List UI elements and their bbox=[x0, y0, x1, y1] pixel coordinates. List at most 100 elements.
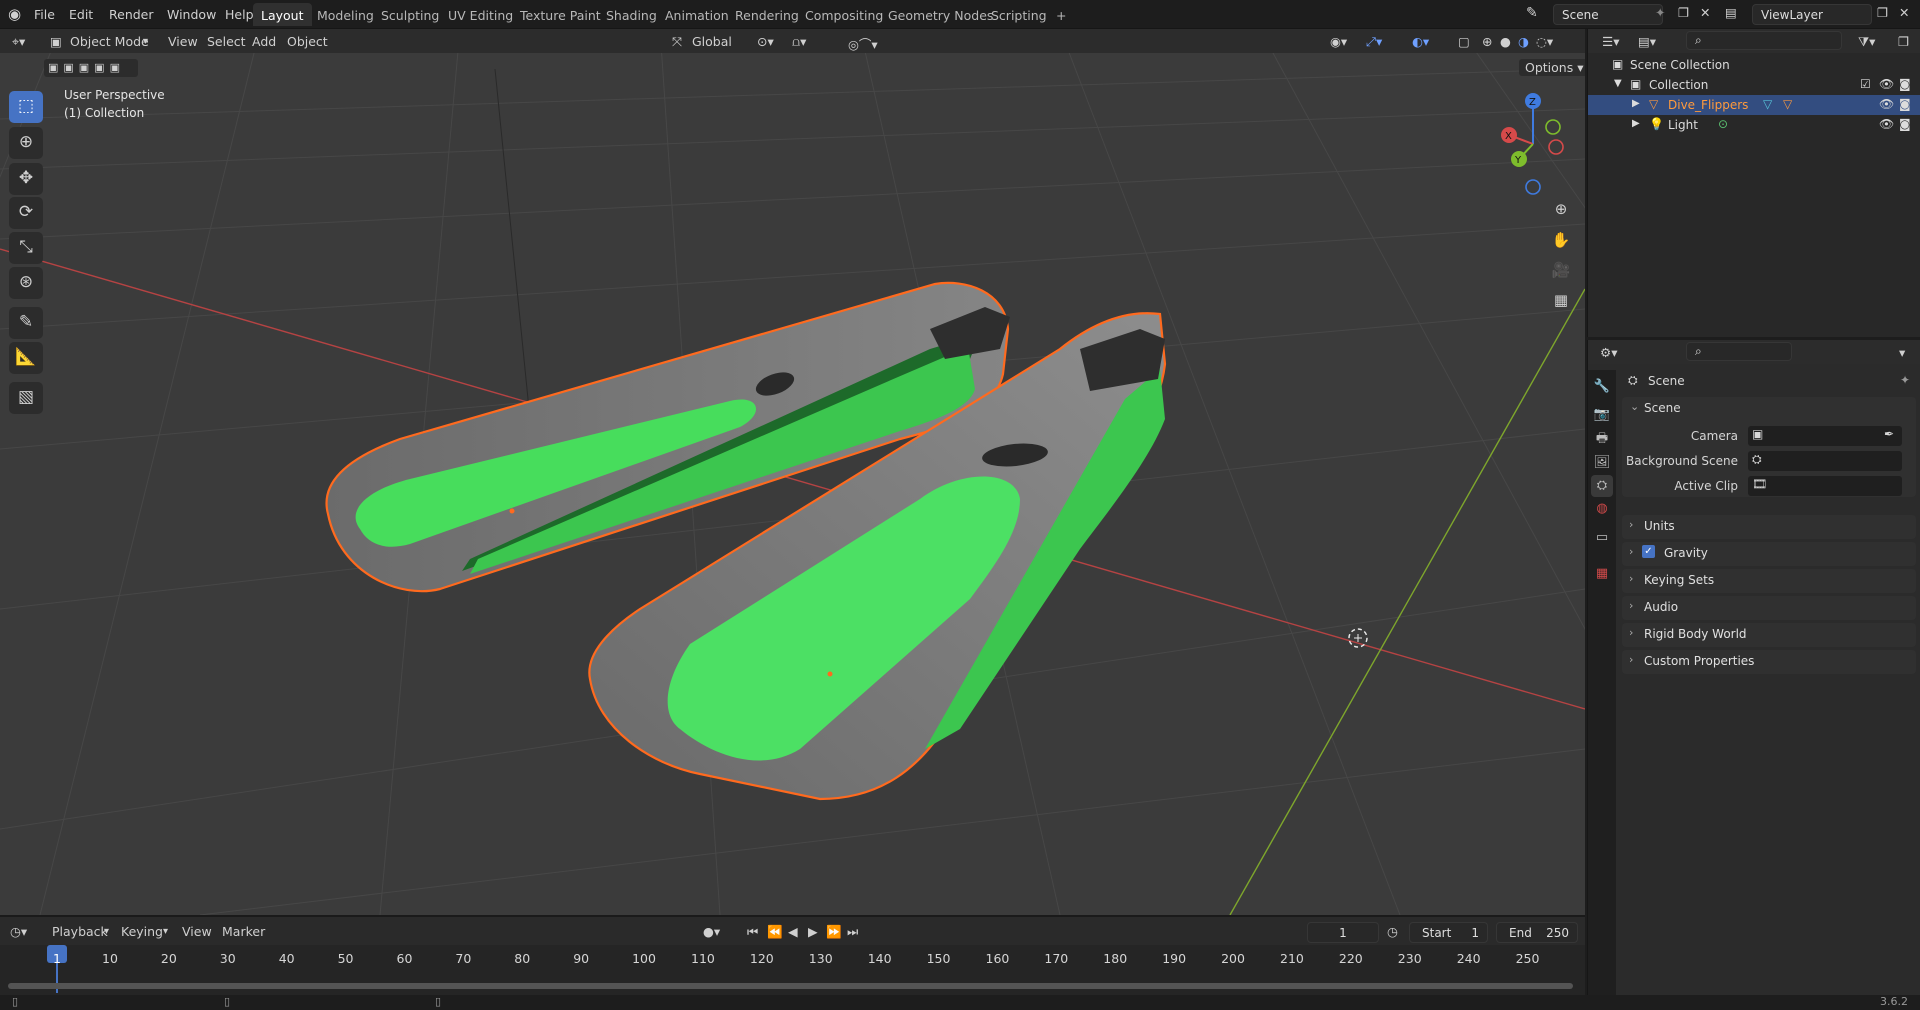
3d-viewport[interactable]: ⌖▾ ▣ Object Mode ▾ View Select Add Objec… bbox=[0, 29, 1585, 915]
overlays-toggle-icon[interactable]: ◐▾ bbox=[1412, 34, 1429, 49]
proportional-editing-icon[interactable]: ◎⌒▾ bbox=[848, 34, 878, 53]
gravity-checkbox[interactable]: ✓ bbox=[1642, 545, 1655, 558]
keying-sets-panel[interactable]: › Keying Sets bbox=[1622, 569, 1916, 593]
collection-tab-icon[interactable]: ▭ bbox=[1591, 527, 1613, 549]
menu-object[interactable]: Object bbox=[287, 34, 328, 49]
custom-properties-panel[interactable]: › Custom Properties bbox=[1622, 650, 1916, 674]
menu-file[interactable]: File bbox=[34, 7, 55, 22]
play-reverse-icon[interactable]: ◀ bbox=[788, 924, 798, 939]
render-tab-icon[interactable]: 📷 bbox=[1591, 404, 1613, 426]
menu-marker[interactable]: Marker bbox=[222, 924, 265, 939]
delete-view-layer-icon[interactable]: ✕ bbox=[1899, 5, 1909, 20]
blender-logo-icon[interactable]: ◉ bbox=[8, 5, 21, 23]
exclude-checkbox[interactable]: ☑ bbox=[1860, 77, 1871, 91]
timeline-scrollbar[interactable] bbox=[8, 983, 1573, 989]
tab-compositing[interactable]: Compositing bbox=[797, 3, 891, 26]
filter-icon[interactable]: ⧩▾ bbox=[1858, 34, 1875, 50]
view-layer-icon[interactable]: ▤ bbox=[1725, 5, 1737, 20]
tab-layout[interactable]: Layout bbox=[253, 3, 312, 26]
outliner-item-light[interactable]: ▶ 💡 Light ⊙ 👁 ◙ bbox=[1588, 115, 1920, 135]
move-tool-icon[interactable]: ✥ bbox=[9, 163, 43, 195]
preview-range-icon[interactable]: ◷ bbox=[1387, 924, 1398, 939]
scene-selector-icon[interactable]: ✎ bbox=[1526, 5, 1538, 21]
menu-keying[interactable]: Keying bbox=[121, 924, 163, 939]
expand-chevron-icon[interactable]: ▼ bbox=[1614, 78, 1622, 89]
tab-shading[interactable]: Shading bbox=[598, 3, 665, 26]
pin-icon[interactable]: ✦ bbox=[1655, 5, 1665, 20]
visibility-eye-icon[interactable]: 👁 bbox=[1879, 97, 1894, 111]
rotate-tool-icon[interactable]: ⟳ bbox=[9, 197, 43, 229]
tab-scripting[interactable]: Scripting bbox=[983, 3, 1055, 26]
record-button-icon[interactable]: ●▾ bbox=[703, 924, 720, 939]
zoom-icon[interactable]: ⊕ bbox=[1546, 196, 1576, 222]
transform-orientation-dropdown[interactable]: Global bbox=[692, 34, 732, 49]
tab-rendering[interactable]: Rendering bbox=[727, 3, 807, 26]
world-tab-icon[interactable]: ◍ bbox=[1591, 498, 1613, 520]
add-workspace-button[interactable]: + bbox=[1048, 3, 1074, 26]
next-keyframe-icon[interactable]: ⏩ bbox=[826, 924, 842, 940]
expand-chevron-icon[interactable]: ▶ bbox=[1632, 118, 1640, 129]
select-box-tool-icon[interactable]: ⬚ bbox=[9, 91, 43, 123]
selection-mode-buttons[interactable]: ▣▣▣▣▣ bbox=[44, 59, 138, 77]
jump-start-icon[interactable]: ⏮ bbox=[747, 924, 758, 940]
menu-help[interactable]: Help bbox=[225, 7, 254, 22]
view-layer-field[interactable]: ViewLayer bbox=[1752, 4, 1872, 25]
timeline-editor-type-icon[interactable]: ◷▾ bbox=[10, 924, 27, 939]
navigation-gizmo[interactable]: Z X Y bbox=[1495, 89, 1565, 199]
transform-tool-icon[interactable]: ⊛ bbox=[9, 267, 43, 299]
jump-end-icon[interactable]: ⏭ bbox=[847, 924, 858, 940]
tab-animation[interactable]: Animation bbox=[657, 3, 737, 26]
rendered-shading-icon[interactable]: ◌▾ bbox=[1536, 34, 1553, 49]
expand-chevron-icon[interactable]: ▶ bbox=[1632, 98, 1640, 109]
object-mode-icon[interactable]: ▣ bbox=[50, 34, 62, 49]
outliner-editor-type-icon[interactable]: ☰▾ bbox=[1602, 34, 1619, 49]
menu-edit[interactable]: Edit bbox=[69, 7, 93, 22]
scale-tool-icon[interactable]: ⤡ bbox=[9, 232, 43, 264]
end-frame-field[interactable]: End 250 bbox=[1496, 922, 1578, 943]
properties-editor[interactable]: ⚙▾ ⌕ ▾ 🔧 📷 🖶 🖼 ⛭ ◍ ▭ ▦ ⛭ Scene ✦ ⌄ Scene… bbox=[1587, 340, 1920, 995]
outliner-item-collection[interactable]: ▼ ▣ Collection ☑ 👁 ◙ bbox=[1588, 75, 1920, 95]
new-collection-icon[interactable]: ❐ bbox=[1898, 34, 1909, 49]
properties-options-chevron-icon[interactable]: ▾ bbox=[1899, 345, 1905, 360]
pan-hand-icon[interactable]: ✋ bbox=[1546, 227, 1576, 253]
visibility-eye-icon[interactable]: 👁 bbox=[1879, 117, 1894, 131]
audio-panel[interactable]: › Audio bbox=[1622, 596, 1916, 620]
units-panel[interactable]: › Units bbox=[1622, 515, 1916, 539]
transform-orientation-icon[interactable]: ⤧ bbox=[672, 34, 682, 50]
measure-tool-icon[interactable]: 📐 bbox=[9, 342, 43, 374]
properties-editor-type-icon[interactable]: ⚙▾ bbox=[1600, 345, 1617, 360]
menu-view-timeline[interactable]: View bbox=[182, 924, 212, 939]
menu-add[interactable]: Add bbox=[252, 34, 276, 49]
active-clip-field[interactable]: 🎞 bbox=[1748, 476, 1902, 496]
render-camera-icon[interactable]: ◙ bbox=[1899, 97, 1911, 111]
camera-field[interactable]: ▣ ✒ bbox=[1748, 426, 1902, 446]
tab-uv-editing[interactable]: UV Editing bbox=[440, 3, 521, 26]
render-camera-icon[interactable]: ◙ bbox=[1899, 77, 1911, 91]
menu-window[interactable]: Window bbox=[167, 7, 216, 22]
menu-view[interactable]: View bbox=[168, 34, 198, 49]
material-shading-icon[interactable]: ◑ bbox=[1518, 34, 1529, 49]
current-frame-field[interactable]: 1 bbox=[1307, 922, 1379, 943]
pivot-point-icon[interactable]: ⊙▾ bbox=[757, 34, 774, 49]
scene-panel-header[interactable]: ⌄ Scene bbox=[1622, 398, 1916, 420]
prev-keyframe-icon[interactable]: ⏪ bbox=[767, 924, 783, 940]
outliner[interactable]: ☰▾ ▤▾ ⌕ ⧩▾ ❐ ▣ Scene Collection ▼ ▣ Coll… bbox=[1587, 29, 1920, 337]
gravity-panel[interactable]: › ✓ Gravity bbox=[1622, 542, 1916, 566]
visibility-eye-icon[interactable]: 👁 bbox=[1879, 77, 1894, 91]
options-dropdown[interactable]: Options ▾ bbox=[1519, 59, 1585, 76]
new-view-layer-icon[interactable]: ❐ bbox=[1877, 5, 1888, 20]
background-scene-field[interactable]: ⛭ bbox=[1748, 451, 1902, 471]
start-frame-field[interactable]: Start 1 bbox=[1409, 922, 1488, 943]
outliner-item-scene-collection[interactable]: ▣ Scene Collection bbox=[1588, 55, 1920, 75]
menu-select[interactable]: Select bbox=[207, 34, 246, 49]
tab-modeling[interactable]: Modeling bbox=[309, 3, 382, 26]
timeline[interactable]: ◷▾ Playback ▾ Keying ▾ View Marker ●▾ ⏮ … bbox=[0, 915, 1585, 995]
camera-view-icon[interactable]: 🎥 bbox=[1546, 257, 1576, 283]
outliner-item-dive-flippers[interactable]: ▶ ▽ Dive_Flippers ▽ ▽ 👁 ◙ bbox=[1588, 95, 1920, 115]
object-mode-chevron-icon[interactable]: ▾ bbox=[143, 36, 148, 47]
new-scene-icon[interactable]: ❐ bbox=[1678, 5, 1689, 20]
pin-icon[interactable]: ✦ bbox=[1900, 373, 1910, 387]
render-camera-icon[interactable]: ◙ bbox=[1899, 117, 1911, 131]
scene-name-field[interactable]: Scene bbox=[1553, 4, 1663, 25]
scene-canvas[interactable] bbox=[0, 29, 1585, 915]
